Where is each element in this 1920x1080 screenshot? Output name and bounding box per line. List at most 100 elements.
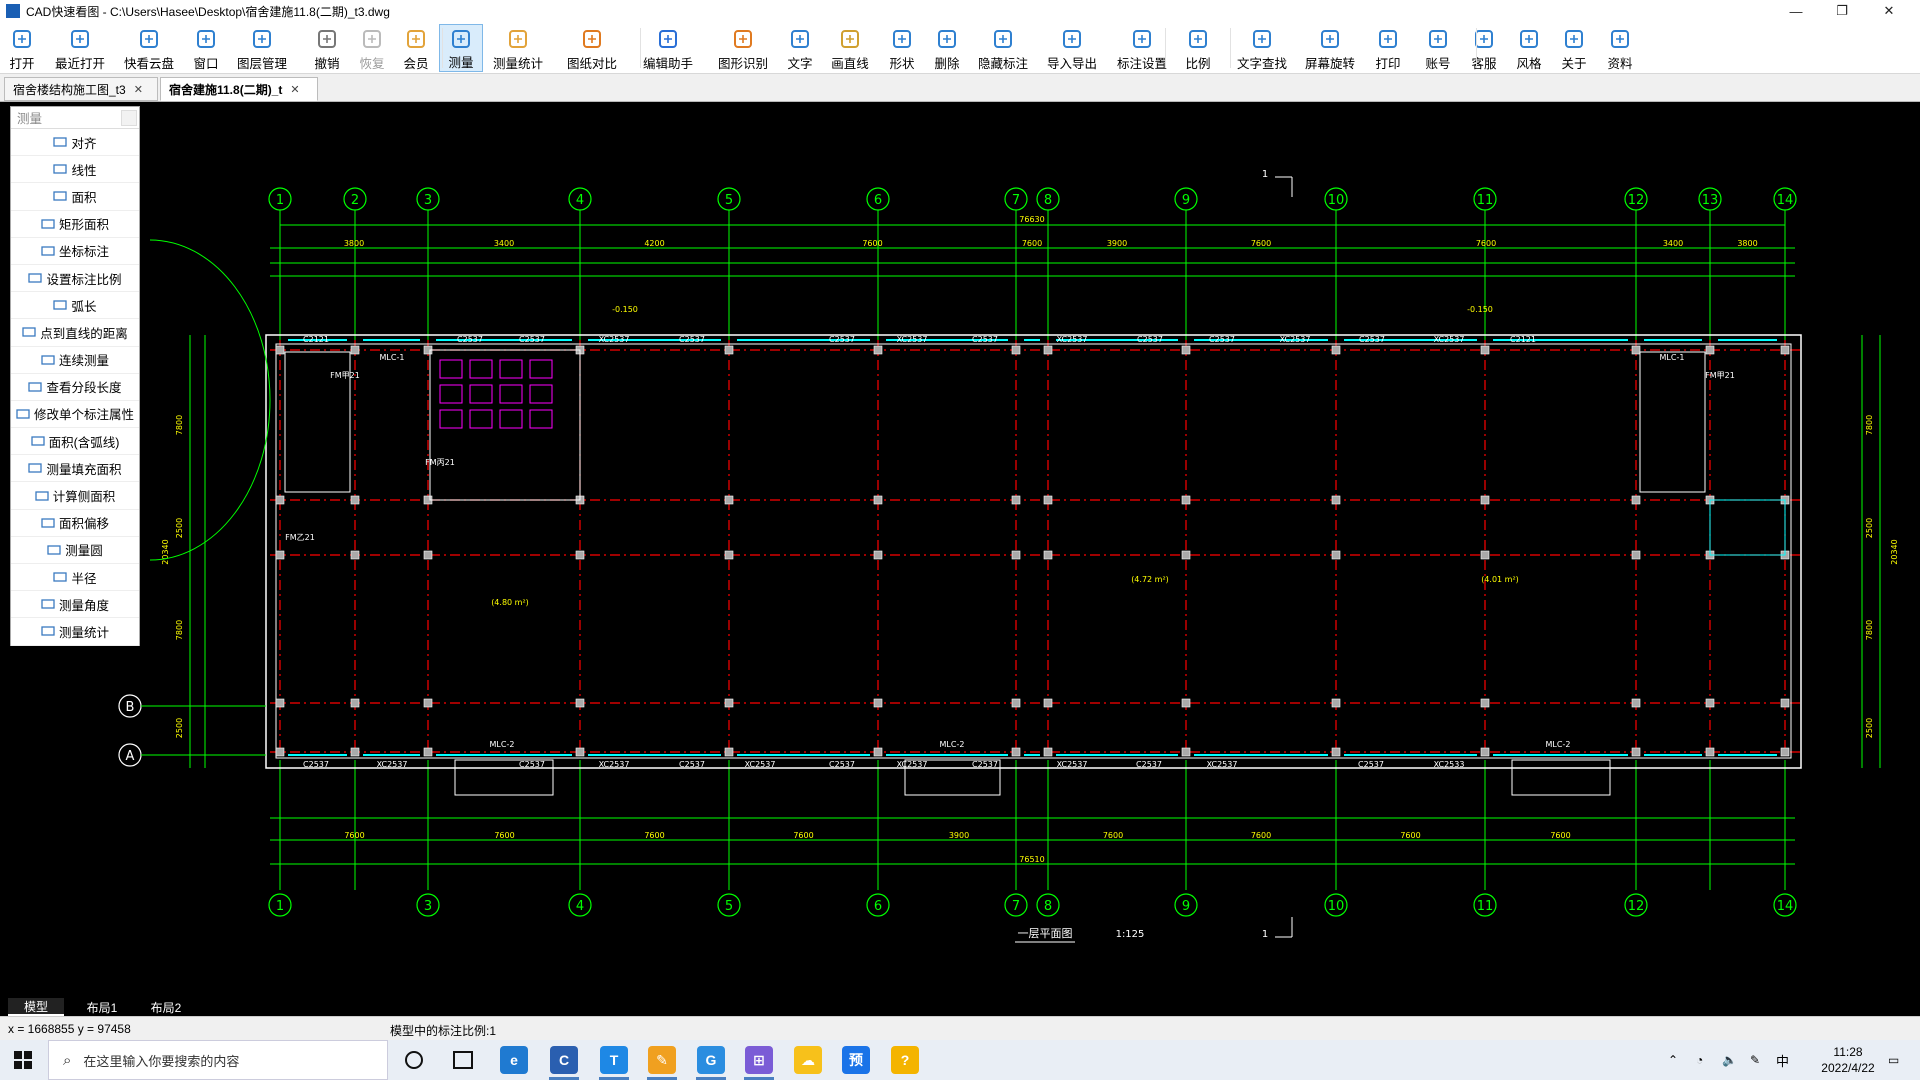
toolbar-button-headset[interactable]: 客服 [1464, 24, 1504, 72]
dimension-text: 2500 [1865, 718, 1874, 738]
drawing-canvas[interactable]: 1 2 3 4 5 6 7 8 9 10 11 12 13 14 1 3 4 5 6 7 8 9 10 11 12 14 B A 380… [0, 102, 1920, 998]
structural-column [1780, 747, 1790, 757]
network-icon[interactable]: ◔ [1696, 1040, 1703, 1080]
pen-icon[interactable]: ✎ [1750, 1040, 1760, 1080]
preview-icon[interactable]: 预 [842, 1046, 870, 1074]
measure-tool-label: 测量圆 [65, 544, 103, 559]
tips-icon[interactable]: ? [891, 1046, 919, 1074]
measure-tool-item[interactable]: 点到直线的距离 [11, 319, 139, 347]
toolbar-button-account[interactable]: 账号 [1418, 24, 1458, 72]
ime-indicator[interactable]: 中 [1776, 1040, 1789, 1080]
cortana-icon[interactable] [405, 1051, 423, 1069]
measure-tool-item[interactable]: 测量统计 [11, 618, 139, 646]
toolbar-button-history[interactable]: 最近打开 [48, 24, 112, 72]
toolbar-button-vip[interactable]: 会员 [396, 24, 436, 72]
toolbar-button-measure-stats[interactable]: 测量统计 [486, 24, 550, 72]
toolbar-button-style[interactable]: 风格 [1509, 24, 1549, 72]
store-icon[interactable]: ⊞ [745, 1046, 773, 1074]
edge-icon[interactable]: e [500, 1046, 528, 1074]
tab-structural[interactable]: 宿舍楼结构施工图_t3 ✕ [4, 77, 158, 101]
measure-tool-item[interactable]: 半径 [11, 564, 139, 592]
tab-label: 宿舍楼结构施工图_t3 [13, 82, 126, 97]
window-label: XC2537 [1057, 760, 1088, 769]
toolbar-button-documents[interactable]: 资料 [1600, 24, 1640, 72]
window-label: XC2537 [1280, 335, 1311, 344]
toolbar-button-text[interactable]: 文字 [780, 24, 820, 72]
measure-tool-item[interactable]: 弧长 [11, 292, 139, 320]
notification-icon[interactable]: ▭ [1888, 1040, 1899, 1080]
text-app-icon[interactable]: T [600, 1046, 628, 1074]
measure-tool-item[interactable]: 面积偏移 [11, 510, 139, 537]
toolbar-button-import-export[interactable]: 导入导出 [1040, 24, 1104, 72]
layers-icon [249, 27, 275, 51]
dimension-text: 2500 [175, 518, 184, 538]
tab-architectural[interactable]: 宿舍建施11.8(二期)_t ✕ [160, 77, 318, 101]
minimize-button[interactable]: — [1773, 0, 1819, 22]
area-note: (4.72 m²) [1131, 575, 1169, 584]
measure-tool-label: 测量填充面积 [46, 462, 122, 477]
structural-column [423, 550, 433, 560]
measure-tool-item[interactable]: 矩形面积 [11, 211, 139, 238]
measure-tool-item[interactable]: 测量角度 [11, 591, 139, 619]
taskbar-search-input[interactable]: ⌕ 在这里输入你要搜索的内容 [48, 1040, 388, 1080]
toolbar-button-window[interactable]: 窗口 [182, 24, 230, 72]
layout-tab-2[interactable]: 布局2 [136, 998, 196, 1016]
measure-tool-item[interactable]: 面积(含弧线) [11, 428, 139, 456]
tab-close-icon[interactable]: ✕ [134, 83, 143, 96]
structural-column [724, 495, 734, 505]
toolbar-button-line[interactable]: 画直线 [824, 24, 876, 72]
measure-tool-item[interactable]: 面积 [11, 183, 139, 211]
axis-bubble-label: 7 [1012, 193, 1020, 208]
toolbar-button-compare[interactable]: 图纸对比 [560, 24, 624, 72]
toolbar-button-measure[interactable]: 测量 [439, 24, 483, 72]
toolbar-button-rotate-screen[interactable]: 屏幕旋转 [1298, 24, 1362, 72]
toolbar-button-hide-annotation[interactable]: 隐藏标注 [971, 24, 1035, 72]
toolbar-button-scale[interactable]: 比例 [1178, 24, 1218, 72]
toolbar-button-print[interactable]: 打印 [1368, 24, 1408, 72]
tray-chevron-icon[interactable]: ⌃ [1668, 1040, 1678, 1080]
measure-tool-item[interactable]: 设置标注比例 [11, 265, 139, 293]
measure-tool-item[interactable]: 坐标标注 [11, 238, 139, 265]
toolbar-button-redo[interactable]: 恢复 [352, 24, 392, 72]
clock-date: 2022/4/22 [1821, 1061, 1875, 1075]
structural-column [873, 550, 883, 560]
structural-column [1181, 495, 1191, 505]
toolbar-button-folder-open[interactable]: 打开 [2, 24, 42, 72]
toolbar-button-eraser[interactable]: 删除 [927, 24, 967, 72]
toolbar-button-edit-assistant[interactable]: 编辑助手 [636, 24, 700, 72]
start-button[interactable] [14, 1051, 32, 1069]
clock[interactable]: 11:28 2022/4/22 [1806, 1040, 1890, 1080]
maximize-button[interactable]: ❐ [1819, 0, 1865, 22]
dimension-text: 7800 [175, 620, 184, 640]
cad-icon[interactable]: C [550, 1046, 578, 1074]
window-label: C2121 [1510, 335, 1536, 344]
toolbar-button-undo[interactable]: 撤销 [307, 24, 347, 72]
toolbar-button-text-search[interactable]: 文字查找 [1230, 24, 1294, 72]
measure-tool-item[interactable]: 测量填充面积 [11, 455, 139, 483]
volume-icon[interactable]: 🔈 [1722, 1040, 1737, 1080]
close-button[interactable]: ✕ [1866, 0, 1912, 22]
toolbar-button-shape[interactable]: 形状 [882, 24, 922, 72]
measure-tool-item[interactable]: 查看分段长度 [11, 374, 139, 401]
toolbar-button-shape-recognize[interactable]: 图形识别 [711, 24, 775, 72]
measure-tool-item[interactable]: 计算侧面积 [11, 482, 139, 510]
layout-tab-model[interactable]: 模型 [8, 998, 64, 1016]
measure-tool-item[interactable]: 测量圆 [11, 537, 139, 564]
tab-close-icon[interactable]: ✕ [290, 83, 299, 96]
panel-close-icon[interactable] [121, 110, 137, 126]
sanitary-fixture [439, 359, 463, 379]
annotation-settings-icon [1129, 27, 1155, 51]
notes-icon[interactable]: ✎ [648, 1046, 676, 1074]
cloud-app-icon[interactable]: ☁ [794, 1046, 822, 1074]
measure-tool-item[interactable]: 连续测量 [11, 347, 139, 374]
layout-tab-1[interactable]: 布局1 [70, 998, 134, 1016]
chrome-icon[interactable]: G [697, 1046, 725, 1074]
folder-open-icon [9, 27, 35, 51]
measure-tool-item[interactable]: 线性 [11, 156, 139, 184]
toolbar-button-layers[interactable]: 图层管理 [230, 24, 294, 72]
toolbar-button-info[interactable]: 关于 [1554, 24, 1594, 72]
toolbar-button-cloud[interactable]: 快看云盘 [117, 24, 181, 72]
measure-tool-item[interactable]: 对齐 [11, 129, 139, 157]
task-view-icon[interactable] [453, 1051, 473, 1069]
measure-tool-item[interactable]: 修改单个标注属性 [11, 401, 139, 429]
